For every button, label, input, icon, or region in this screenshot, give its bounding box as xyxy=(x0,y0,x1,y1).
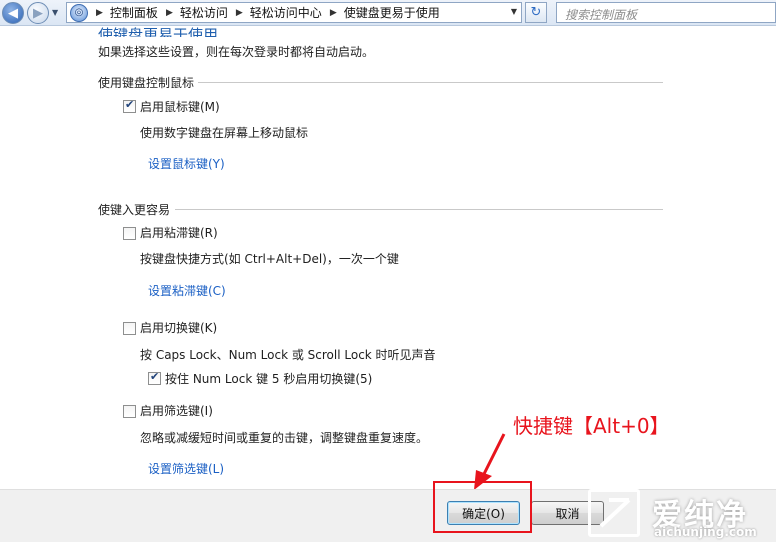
address-bar[interactable]: ◎ ▶ 控制面板 ▶ 轻松访问 ▶ 轻松访问中心 ▶ 使键盘更易于使用 ▼ xyxy=(66,2,522,23)
control-panel-icon: ◎ xyxy=(70,3,88,22)
mouse-keys-description: 使用数字键盘在屏幕上移动鼠标 xyxy=(140,126,309,140)
setup-filter-keys-link[interactable]: 设置筛选键(L) xyxy=(148,460,224,477)
sticky-keys-description: 按键盘快捷方式(如 Ctrl+Alt+Del)，一次一个键 xyxy=(140,252,399,266)
breadcrumb-ease-of-access-center[interactable]: 轻松访问中心 xyxy=(250,4,322,21)
shortcut-annotation: 快捷键【Alt+0】 xyxy=(513,414,670,438)
toggle-keys-description: 按 Caps Lock、Num Lock 或 Scroll Lock 时听见声音 xyxy=(140,348,436,362)
breadcrumb-separator-icon[interactable]: ▶ xyxy=(166,8,173,18)
back-button[interactable]: ◀ xyxy=(2,2,24,24)
filter-keys-label[interactable]: 启用筛选键(I) xyxy=(140,402,213,419)
breadcrumb-separator-icon[interactable]: ▶ xyxy=(236,8,243,18)
breadcrumb-keyboard[interactable]: 使键盘更易于使用 xyxy=(344,4,440,21)
history-dropdown-icon[interactable]: ▼ xyxy=(52,8,58,17)
filter-keys-checkbox[interactable] xyxy=(123,405,136,418)
address-toolbar: ◀ ▶ ▼ ◎ ▶ 控制面板 ▶ 轻松访问 ▶ 轻松访问中心 ▶ 使键盘更易于使… xyxy=(0,0,776,26)
breadcrumb-ease-of-access[interactable]: 轻松访问 xyxy=(180,4,228,21)
section-divider xyxy=(198,82,663,83)
intro-text: 如果选择这些设置，则在每次登录时都将自动启动。 xyxy=(98,45,375,59)
back-arrow-icon: ◀ xyxy=(8,5,18,21)
ok-button-highlight xyxy=(433,481,532,533)
toggle-keys-hold-label[interactable]: 按住 Num Lock 键 5 秒启用切换键(5) xyxy=(165,370,372,387)
section-divider xyxy=(175,209,663,210)
mouse-keys-label[interactable]: 启用鼠标键(M) xyxy=(140,98,220,115)
toggle-keys-hold-checkbox[interactable] xyxy=(148,370,161,385)
breadcrumb-control-panel[interactable]: 控制面板 xyxy=(110,4,158,21)
search-input[interactable]: 搜索控制面板 xyxy=(556,2,776,23)
logo-icon xyxy=(588,489,640,537)
toggle-keys-checkbox[interactable] xyxy=(123,322,136,335)
filter-keys-description: 忽略或减缓短时间或重复的击键，调整键盘重复速度。 xyxy=(140,431,429,445)
page-title: 使键盘更易于使用 xyxy=(98,26,219,37)
setup-mouse-keys-link[interactable]: 设置鼠标键(Y) xyxy=(148,155,225,172)
refresh-button[interactable]: ↻ xyxy=(525,2,547,23)
address-dropdown-icon[interactable]: ▼ xyxy=(511,7,517,16)
forward-button[interactable]: ▶ xyxy=(27,2,49,24)
watermark-url: aichunjing.com xyxy=(654,525,757,539)
watermark-logo: 爱纯净 aichunjing.com xyxy=(582,487,776,542)
mouse-keys-checkbox[interactable] xyxy=(123,98,136,113)
breadcrumb-separator-icon[interactable]: ▶ xyxy=(96,8,103,18)
refresh-icon: ↻ xyxy=(530,5,542,20)
section-heading-typing: 使键入更容易 xyxy=(98,203,171,217)
toggle-keys-label[interactable]: 启用切换键(K) xyxy=(140,319,217,336)
setup-sticky-keys-link[interactable]: 设置粘滞键(C) xyxy=(148,282,226,299)
forward-arrow-icon: ▶ xyxy=(33,5,43,21)
breadcrumb-separator-icon[interactable]: ▶ xyxy=(330,8,337,18)
sticky-keys-label[interactable]: 启用粘滞键(R) xyxy=(140,224,218,241)
sticky-keys-checkbox[interactable] xyxy=(123,227,136,240)
section-heading-mouse: 使用键盘控制鼠标 xyxy=(98,76,195,90)
